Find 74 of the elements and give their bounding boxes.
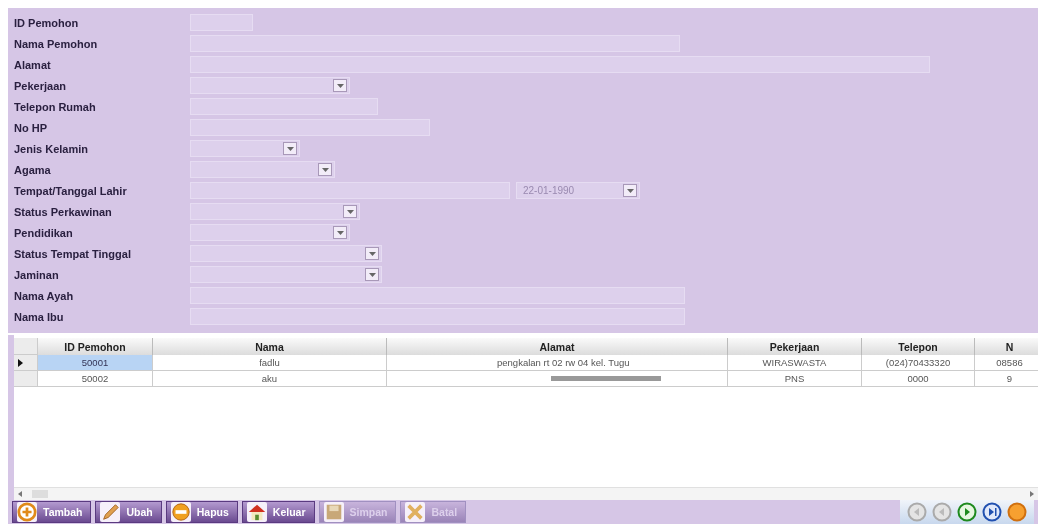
dropdown-button[interactable]	[318, 163, 332, 176]
dropdown-button[interactable]	[333, 79, 347, 92]
field-label: Jaminan	[14, 268, 60, 281]
dropdown-button[interactable]	[283, 142, 297, 155]
column-header[interactable]: Telepon	[862, 338, 975, 355]
field-label: Nama Ibu	[14, 310, 65, 323]
current-row-icon	[18, 358, 23, 367]
circle-icon	[1007, 502, 1027, 522]
toolbar-button[interactable]: Tambah	[12, 501, 92, 523]
field-label: Alamat	[14, 58, 52, 71]
field-label: Nama Ayah	[14, 289, 75, 302]
table-cell: pengkalan rt 02 rw 04 kel. Tugu	[387, 355, 728, 371]
toolbar-button[interactable]: Hapus	[165, 501, 238, 523]
field-label: Nama Pemohon	[14, 37, 99, 50]
field-label: Tempat/Tanggal Lahir	[14, 184, 128, 197]
caret-icon	[321, 167, 329, 172]
column-header[interactable]: Alamat	[387, 338, 728, 355]
field-label: Agama	[14, 163, 52, 176]
column-header[interactable]: ID Pemohon	[38, 338, 153, 355]
caret-icon	[626, 188, 634, 193]
navigation-button[interactable]	[1006, 501, 1028, 523]
corner-header	[14, 338, 38, 355]
table-cell: 0000	[862, 371, 975, 387]
plus-icon	[17, 502, 37, 522]
column-header[interactable]: Pekerjaan	[728, 338, 862, 355]
pencil-icon	[100, 502, 121, 522]
house-icon	[246, 502, 267, 522]
caret-icon	[286, 146, 294, 151]
dropdown-button[interactable]	[343, 205, 357, 218]
table-cell: 08586	[975, 355, 1038, 371]
table-cell: aku	[153, 371, 387, 387]
toolbar-button[interactable]: Keluar	[241, 501, 315, 523]
row-header[interactable]	[14, 355, 38, 371]
field-label: ID Pemohon	[14, 16, 80, 29]
dropdown-button[interactable]	[365, 247, 379, 260]
dropdown-field[interactable]	[190, 77, 350, 94]
table-cell: WIRASWASTA	[728, 355, 862, 371]
scroll-left-icon[interactable]	[18, 491, 22, 497]
dropdown-field[interactable]	[190, 140, 300, 157]
date-field[interactable]: 22-01-1990	[516, 182, 640, 199]
field-label: No HP	[14, 121, 48, 134]
caret-icon	[336, 230, 344, 235]
minus-icon	[170, 502, 191, 522]
disk-icon	[323, 502, 344, 522]
field-label: Telepon Rumah	[14, 100, 97, 113]
table-cell: 50001	[38, 355, 153, 371]
dropdown-field[interactable]	[190, 203, 360, 220]
scroll-right-icon[interactable]	[1030, 491, 1034, 497]
field-label: Jenis Kelamin	[14, 142, 89, 155]
toolbar-button[interactable]: Ubah	[95, 501, 162, 523]
dropdown-field[interactable]	[190, 224, 350, 241]
field-label: Status Perkawinan	[14, 205, 113, 218]
column-header[interactable]: Nama	[153, 338, 387, 355]
dropdown-button[interactable]	[333, 226, 347, 239]
table-cell: (024)70433320	[862, 355, 975, 371]
dropdown-field[interactable]	[190, 245, 382, 262]
dropdown-field[interactable]	[190, 161, 335, 178]
table-cell: 50002	[38, 371, 153, 387]
table-cell: 9	[975, 371, 1038, 387]
dropdown-button[interactable]	[365, 268, 379, 281]
dropdown-button[interactable]	[623, 184, 637, 197]
dropdown-field[interactable]	[190, 266, 382, 283]
caret-icon	[368, 251, 376, 256]
field-label: Pendidikan	[14, 226, 74, 239]
field-label: Status Tempat Tinggal	[14, 247, 132, 260]
column-header[interactable]: N	[975, 338, 1038, 355]
horizontal-scrollbar[interactable]	[14, 487, 1038, 500]
table-cell: PNS	[728, 371, 862, 387]
field-label: Pekerjaan	[14, 79, 67, 92]
caret-icon	[346, 209, 354, 214]
table-cell: fadlu	[153, 355, 387, 371]
caret-icon	[368, 272, 376, 277]
caret-icon	[336, 83, 344, 88]
cross-icon	[405, 502, 426, 522]
